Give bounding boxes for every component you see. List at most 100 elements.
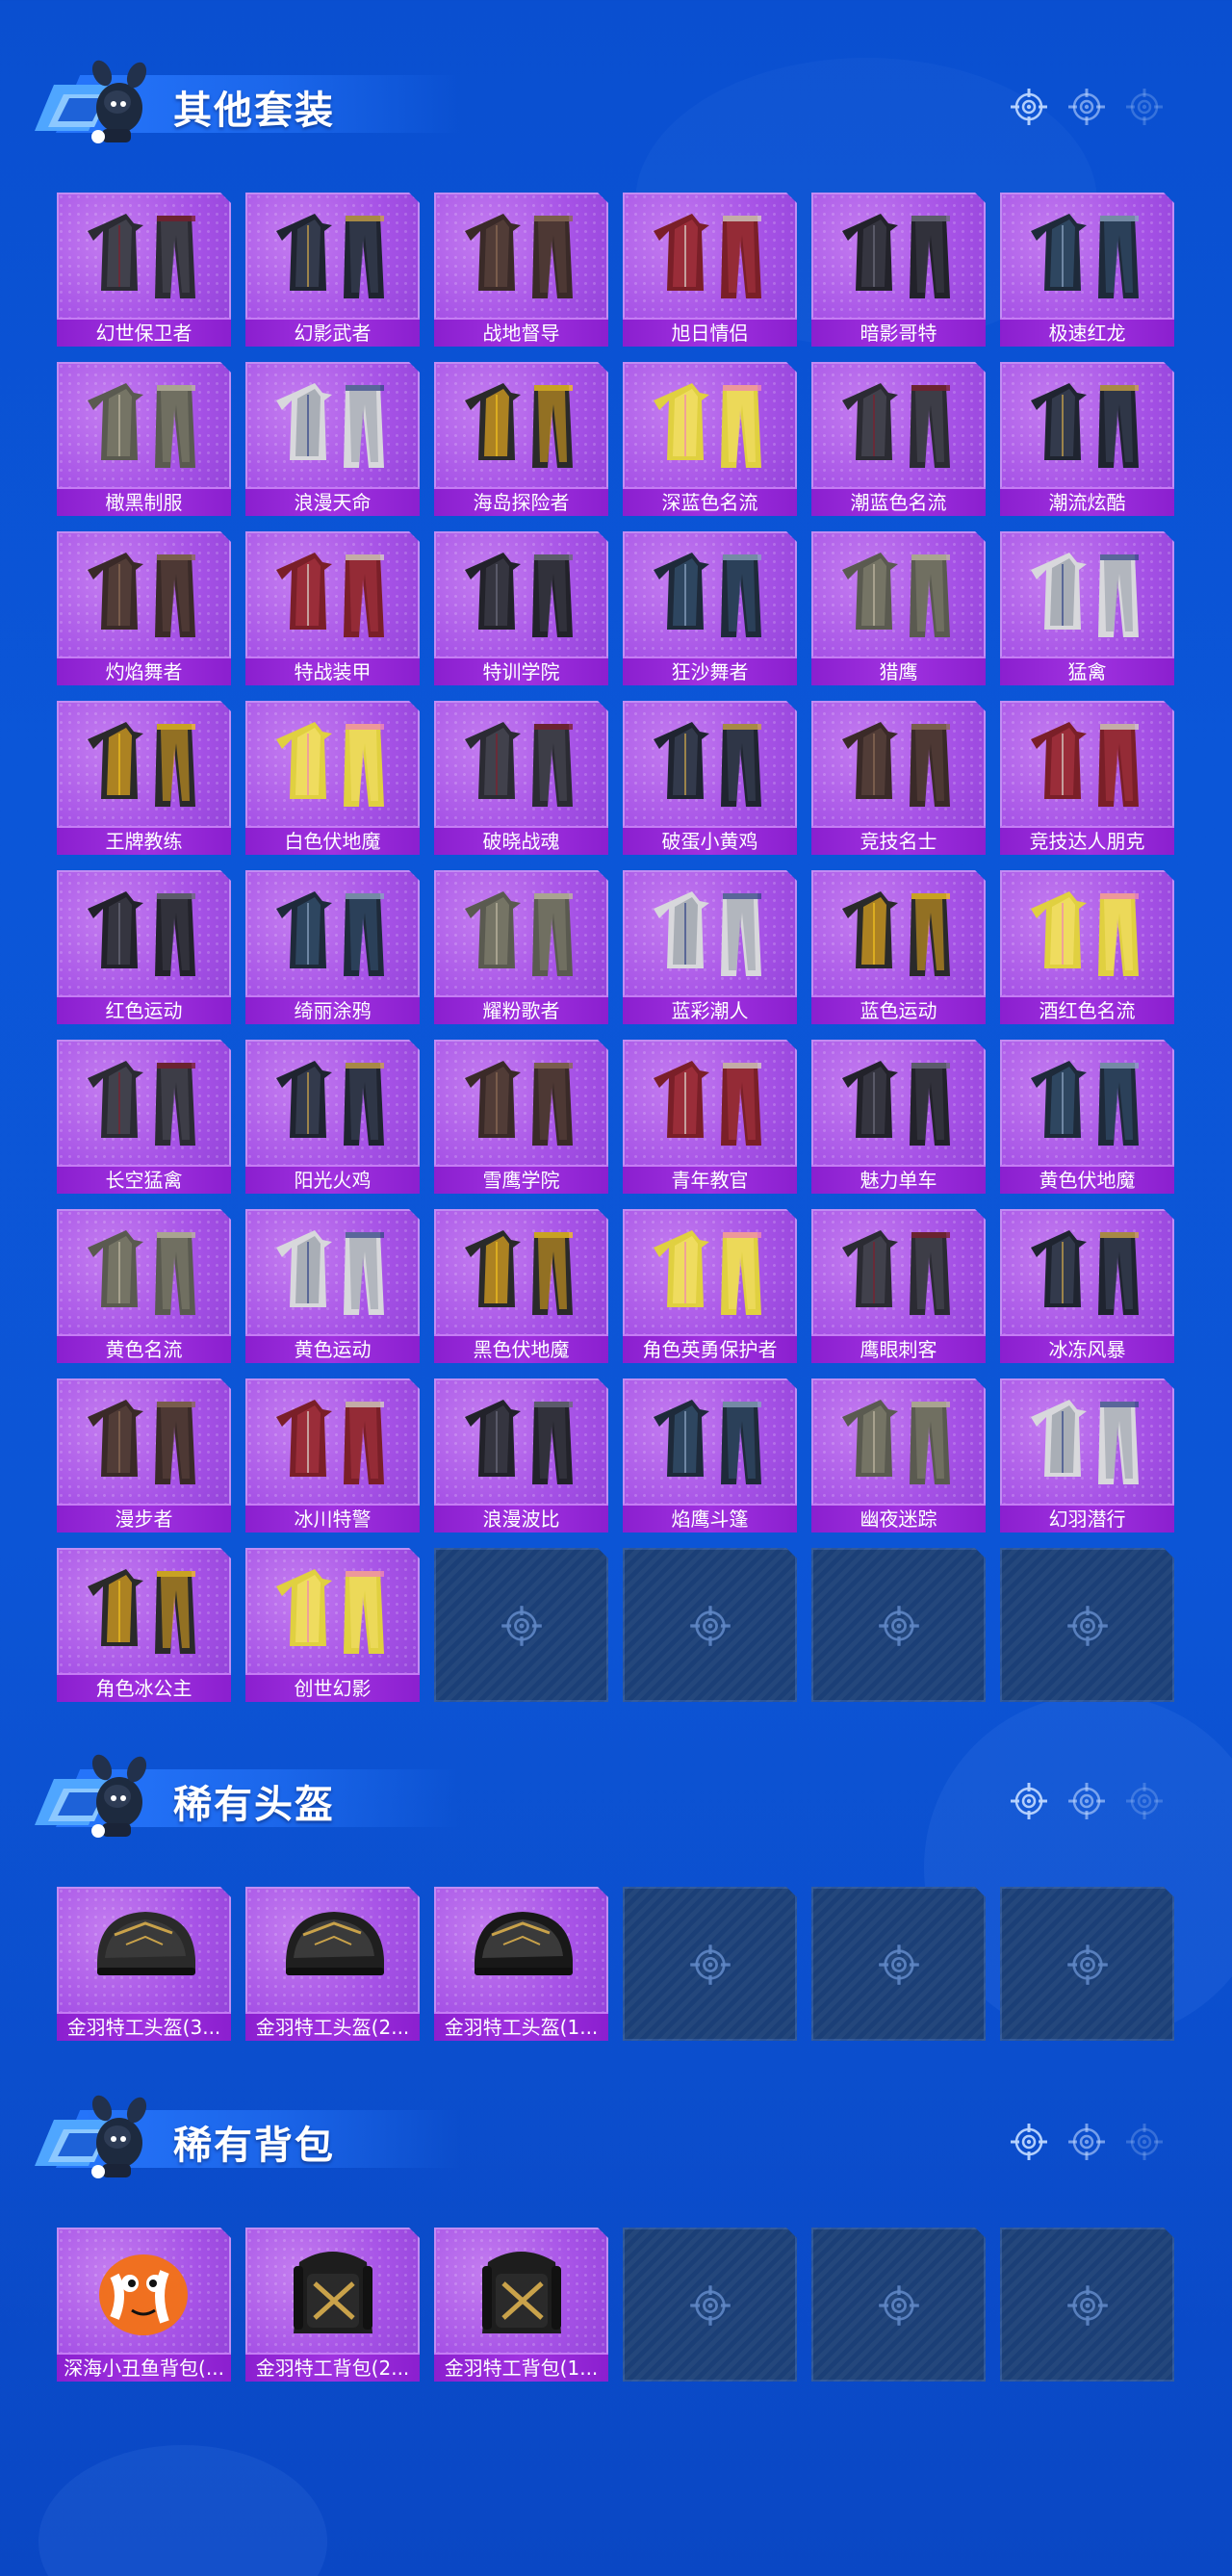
empty-slot (811, 1548, 986, 1702)
empty-slot (1000, 1887, 1174, 2041)
empty-slot (434, 1548, 608, 1702)
outfit-card[interactable]: 角色英勇保护者 (623, 1209, 797, 1363)
outfit-card[interactable]: 灼焰舞者 (57, 531, 231, 685)
backpack-card[interactable]: 金羽特工背包(1... (434, 2228, 608, 2382)
outfit-card[interactable]: 战地督导 (434, 193, 608, 347)
helmet-card[interactable]: 金羽特工头盔(3... (57, 1887, 231, 2041)
backpack-card[interactable]: 金羽特工背包(2... (245, 2228, 420, 2382)
outfit-card[interactable]: 幻羽潜行 (1000, 1378, 1174, 1533)
backpack-card[interactable]: 深海小丑鱼背包(... (57, 2228, 231, 2382)
outfit-card[interactable]: 暗影哥特 (811, 193, 986, 347)
outfit-card[interactable]: 耀粉歌者 (434, 870, 608, 1024)
item-label: 白色伏地魔 (245, 826, 420, 855)
item-label: 海岛探险者 (434, 487, 608, 516)
crosshair-icon (688, 2283, 732, 2328)
mascot-icon (31, 1746, 175, 1842)
outfit-card[interactable]: 浪漫波比 (434, 1378, 608, 1533)
outfit-card[interactable]: 特战装甲 (245, 531, 420, 685)
outfit-card[interactable]: 酒红色名流 (1000, 870, 1174, 1024)
item-label: 创世幻影 (245, 1673, 420, 1702)
outfit-image (265, 541, 400, 647)
item-label: 破晓战魂 (434, 826, 608, 855)
item-label: 王牌教练 (57, 826, 231, 855)
backpack-image (76, 2237, 212, 2343)
item-label: 潮流炫酷 (1000, 487, 1174, 516)
outfit-card[interactable]: 青年教官 (623, 1040, 797, 1194)
item-label: 深海小丑鱼背包(... (57, 2353, 231, 2382)
outfit-image (265, 1049, 400, 1155)
outfit-card[interactable]: 冰川特警 (245, 1378, 420, 1533)
outfit-card[interactable]: 破晓战魂 (434, 701, 608, 855)
outfit-card[interactable]: 潮蓝色名流 (811, 362, 986, 516)
outfit-card[interactable]: 鹰眼刺客 (811, 1209, 986, 1363)
helmet-image (76, 1896, 212, 2002)
outfit-card[interactable]: 黑色伏地魔 (434, 1209, 608, 1363)
outfit-card[interactable]: 魅力单车 (811, 1040, 986, 1194)
outfit-card[interactable]: 黄色伏地魔 (1000, 1040, 1174, 1194)
outfit-card[interactable]: 幻影武者 (245, 193, 420, 347)
outfit-card[interactable]: 王牌教练 (57, 701, 231, 855)
outfit-card[interactable]: 冰冻风暴 (1000, 1209, 1174, 1363)
outfit-image (1019, 1219, 1155, 1325)
item-label: 角色冰公主 (57, 1673, 231, 1702)
outfit-image (453, 880, 589, 986)
crosshair-icon (1009, 1781, 1049, 1821)
helmet-card[interactable]: 金羽特工头盔(1... (434, 1887, 608, 2041)
outfit-card[interactable]: 猎鹰 (811, 531, 986, 685)
item-label: 猛禽 (1000, 657, 1174, 685)
crosshair-icon (1124, 2122, 1165, 2162)
crosshair-icon (1066, 87, 1107, 127)
outfit-image (453, 710, 589, 816)
outfit-card[interactable]: 竞技名士 (811, 701, 986, 855)
section-header: 其他套装 (27, 46, 1213, 152)
outfit-card[interactable]: 竞技达人朋克 (1000, 701, 1174, 855)
outfit-card[interactable]: 海岛探险者 (434, 362, 608, 516)
outfit-card[interactable]: 浪漫天命 (245, 362, 420, 516)
outfit-card[interactable]: 雪鹰学院 (434, 1040, 608, 1194)
outfit-card[interactable]: 橄黑制服 (57, 362, 231, 516)
header-decor (1009, 2122, 1165, 2162)
outfit-image (265, 1558, 400, 1663)
helmet-card[interactable]: 金羽特工头盔(2... (245, 1887, 420, 2041)
outfit-card[interactable]: 蓝彩潮人 (623, 870, 797, 1024)
outfit-image (831, 372, 966, 477)
outfit-card[interactable]: 猛禽 (1000, 531, 1174, 685)
outfit-card[interactable]: 创世幻影 (245, 1548, 420, 1702)
outfit-image (76, 372, 212, 477)
crosshair-icon (1124, 87, 1165, 127)
outfit-card[interactable]: 白色伏地魔 (245, 701, 420, 855)
outfit-card[interactable]: 极速红龙 (1000, 193, 1174, 347)
outfit-card[interactable]: 红色运动 (57, 870, 231, 1024)
outfit-card[interactable]: 长空猛禽 (57, 1040, 231, 1194)
outfit-image (831, 541, 966, 647)
empty-slot (1000, 2228, 1174, 2382)
empty-slot (623, 1887, 797, 2041)
outfit-card[interactable]: 幽夜迷踪 (811, 1378, 986, 1533)
item-label: 金羽特工头盔(3... (57, 2012, 231, 2041)
outfit-image (1019, 372, 1155, 477)
outfit-card[interactable]: 潮流炫酷 (1000, 362, 1174, 516)
outfit-card[interactable]: 狂沙舞者 (623, 531, 797, 685)
outfit-card[interactable]: 破蛋小黄鸡 (623, 701, 797, 855)
outfit-card[interactable]: 角色冰公主 (57, 1548, 231, 1702)
item-label: 雪鹰学院 (434, 1165, 608, 1194)
outfit-card[interactable]: 焰鹰斗篷 (623, 1378, 797, 1533)
outfit-card[interactable]: 绮丽涂鸦 (245, 870, 420, 1024)
outfit-card[interactable]: 深蓝色名流 (623, 362, 797, 516)
outfit-card[interactable]: 蓝色运动 (811, 870, 986, 1024)
outfit-card[interactable]: 幻世保卫者 (57, 193, 231, 347)
mascot-icon (31, 52, 175, 148)
crosshair-icon (1065, 1943, 1110, 1987)
item-label: 特战装甲 (245, 657, 420, 685)
item-label: 角色英勇保护者 (623, 1334, 797, 1363)
crosshair-icon (877, 1604, 921, 1648)
outfit-card[interactable]: 特训学院 (434, 531, 608, 685)
crosshair-icon (1065, 1604, 1110, 1648)
outfit-card[interactable]: 黄色名流 (57, 1209, 231, 1363)
outfit-card[interactable]: 旭日情侣 (623, 193, 797, 347)
outfit-card[interactable]: 黄色运动 (245, 1209, 420, 1363)
crosshair-icon (688, 1604, 732, 1648)
item-label: 金羽特工背包(2... (245, 2353, 420, 2382)
outfit-card[interactable]: 漫步者 (57, 1378, 231, 1533)
outfit-card[interactable]: 阳光火鸡 (245, 1040, 420, 1194)
